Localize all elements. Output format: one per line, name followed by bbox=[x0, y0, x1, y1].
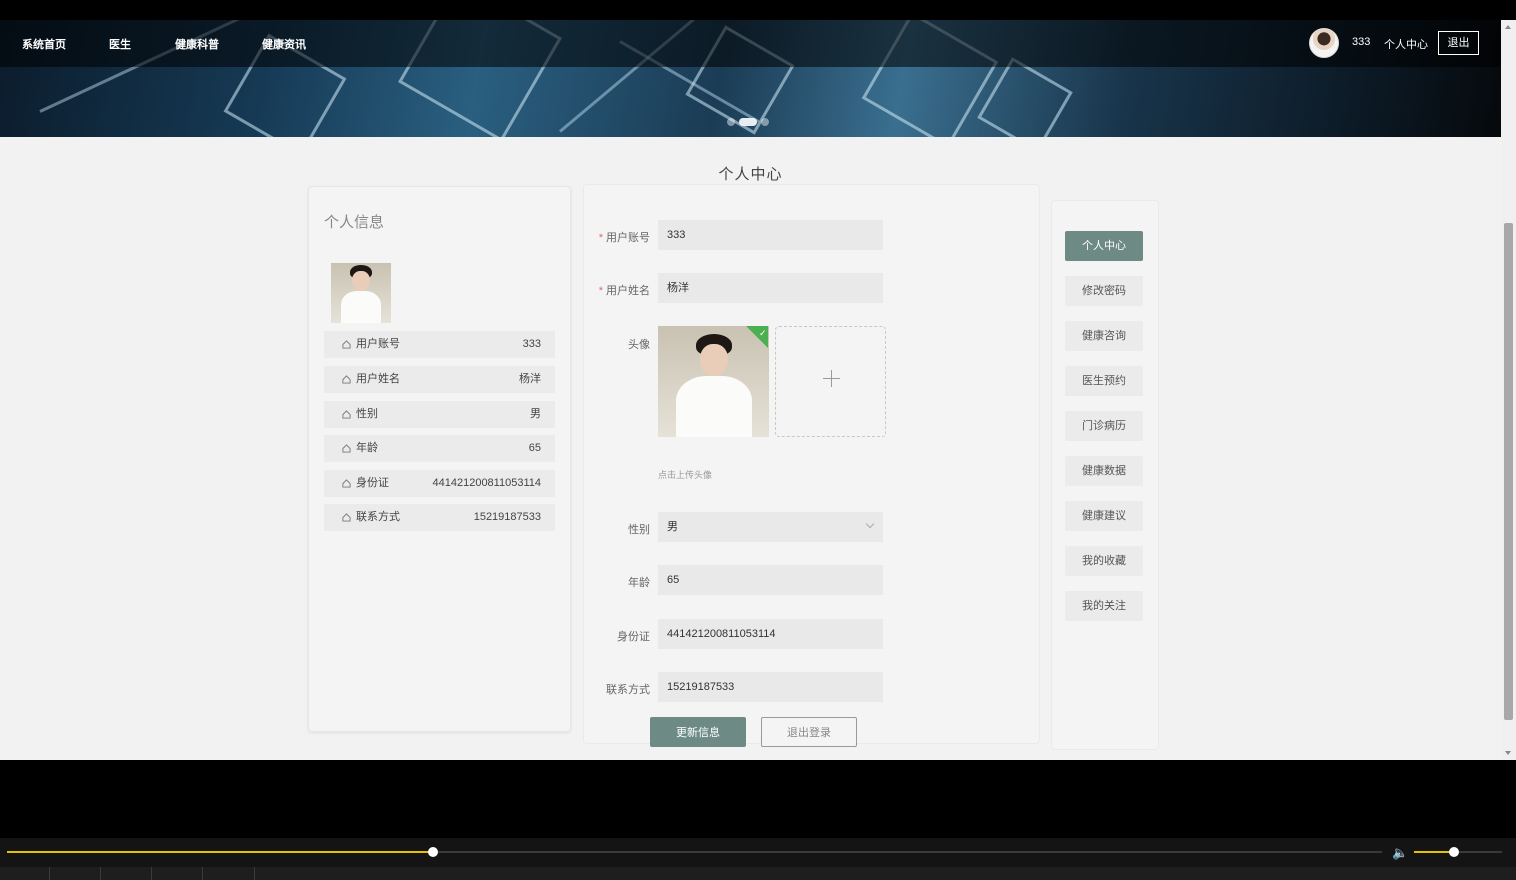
scroll-down-arrow-icon[interactable] bbox=[1505, 751, 1511, 755]
nav-item-health-news[interactable]: 健康资讯 bbox=[262, 36, 306, 52]
name-label: * 用户姓名 bbox=[598, 285, 650, 297]
logout-button[interactable]: 退出登录 bbox=[761, 717, 857, 747]
update-info-button[interactable]: 更新信息 bbox=[650, 717, 746, 747]
user-avatar[interactable] bbox=[1309, 28, 1339, 58]
home-icon bbox=[342, 410, 351, 419]
gender-select-value: 男 bbox=[667, 521, 678, 533]
carousel-indicators bbox=[727, 118, 769, 126]
profile-row-label: 联系方式 bbox=[356, 511, 400, 523]
scroll-thumb[interactable] bbox=[1504, 223, 1513, 720]
profile-row-value: 男 bbox=[530, 408, 541, 420]
home-icon bbox=[342, 340, 351, 349]
avatar-label: 头像 bbox=[628, 339, 650, 351]
menu-doctor-appointment[interactable]: 医生预约 bbox=[1065, 366, 1143, 396]
taskbar-slot[interactable] bbox=[203, 867, 255, 880]
volume-handle[interactable] bbox=[1448, 847, 1459, 857]
profile-edit-form bbox=[583, 184, 1040, 744]
seek-handle[interactable] bbox=[428, 847, 439, 857]
profile-card-title: 个人信息 bbox=[324, 214, 385, 231]
profile-row-label: 用户姓名 bbox=[356, 373, 400, 385]
age-input[interactable] bbox=[658, 565, 883, 595]
nav-item-home[interactable]: 系统首页 bbox=[22, 36, 66, 52]
nav-logout-button[interactable]: 退出 bbox=[1438, 31, 1479, 55]
menu-health-consult[interactable]: 健康咨询 bbox=[1065, 321, 1143, 351]
phone-input[interactable] bbox=[658, 672, 883, 702]
volume-icon[interactable]: 🔈 bbox=[1392, 845, 1408, 861]
phone-label: 联系方式 bbox=[606, 684, 650, 696]
taskbar-slot[interactable] bbox=[0, 867, 50, 880]
menu-my-follows[interactable]: 我的关注 bbox=[1065, 591, 1143, 621]
carousel-dot[interactable] bbox=[761, 118, 769, 126]
profile-row-label: 身份证 bbox=[356, 477, 389, 489]
volume-level bbox=[1414, 851, 1454, 853]
gender-label: 性别 bbox=[628, 524, 650, 536]
home-icon bbox=[342, 444, 351, 453]
idcard-label: 身份证 bbox=[617, 631, 650, 643]
banner: 系统首页 医生 健康科普 健康资讯 333 个人中心 退出 bbox=[0, 20, 1501, 137]
chevron-down-icon bbox=[865, 519, 875, 529]
check-icon: ✓ bbox=[759, 328, 767, 338]
taskbar-slot[interactable] bbox=[101, 867, 152, 880]
profile-row-account: 用户账号 333 bbox=[324, 331, 555, 358]
profile-row-name: 用户姓名 杨洋 bbox=[324, 366, 555, 393]
nav-username: 333 bbox=[1352, 36, 1371, 48]
profile-row-idcard: 身份证 441421200811053114 bbox=[324, 470, 555, 497]
profile-row-label: 用户账号 bbox=[356, 338, 400, 350]
home-icon bbox=[342, 479, 351, 488]
gender-select[interactable]: 男 bbox=[658, 512, 883, 542]
home-icon bbox=[342, 375, 351, 384]
profile-avatar-image bbox=[331, 263, 391, 323]
nav-item-doctor[interactable]: 医生 bbox=[109, 36, 131, 52]
seek-bar-progress bbox=[7, 851, 434, 853]
account-label: * 用户账号 bbox=[598, 232, 650, 244]
profile-row-gender: 性别 男 bbox=[324, 401, 555, 428]
home-icon bbox=[342, 513, 351, 522]
profile-row-value: 333 bbox=[522, 338, 541, 350]
profile-row-label: 性别 bbox=[356, 408, 378, 420]
profile-row-value: 441421200811053114 bbox=[432, 477, 542, 489]
top-navbar: 系统首页 医生 健康科普 健康资讯 333 个人中心 退出 bbox=[0, 20, 1501, 67]
profile-row-value: 65 bbox=[528, 442, 541, 454]
idcard-input[interactable] bbox=[658, 619, 883, 649]
carousel-dot[interactable] bbox=[727, 118, 735, 126]
taskbar-slot[interactable] bbox=[50, 867, 101, 880]
avatar-upload-button[interactable] bbox=[775, 326, 886, 437]
menu-health-data[interactable]: 健康数据 bbox=[1065, 456, 1143, 486]
age-label: 年龄 bbox=[628, 577, 650, 589]
profile-row-label: 年龄 bbox=[356, 442, 378, 454]
name-input[interactable] bbox=[658, 273, 883, 303]
profile-row-value: 15219187533 bbox=[473, 511, 541, 523]
taskbar-slot[interactable] bbox=[152, 867, 203, 880]
page-title: 个人中心 bbox=[718, 166, 783, 183]
taskbar bbox=[0, 867, 1516, 880]
profile-row-phone: 联系方式 15219187533 bbox=[324, 504, 555, 531]
menu-health-advice[interactable]: 健康建议 bbox=[1065, 501, 1143, 531]
upload-tip: 点击上传头像 bbox=[658, 470, 713, 480]
profile-row-value: 杨洋 bbox=[519, 373, 541, 385]
scroll-up-arrow-icon[interactable] bbox=[1505, 25, 1511, 29]
page-scrollbar[interactable] bbox=[1501, 20, 1516, 760]
video-frame: 系统首页 医生 健康科普 健康资讯 333 个人中心 退出 个人中心 个人信息 bbox=[0, 0, 1516, 760]
profile-row-age: 年龄 65 bbox=[324, 435, 555, 462]
menu-medical-record[interactable]: 门诊病历 bbox=[1065, 411, 1143, 441]
nav-personal-center-link[interactable]: 个人中心 bbox=[1384, 36, 1428, 52]
menu-my-favorites[interactable]: 我的收藏 bbox=[1065, 546, 1143, 576]
carousel-dot-active[interactable] bbox=[739, 118, 757, 126]
menu-change-password[interactable]: 修改密码 bbox=[1065, 276, 1143, 306]
account-input[interactable] bbox=[658, 220, 883, 250]
menu-personal-center[interactable]: 个人中心 bbox=[1065, 231, 1143, 261]
nav-item-health-science[interactable]: 健康科普 bbox=[175, 36, 219, 52]
